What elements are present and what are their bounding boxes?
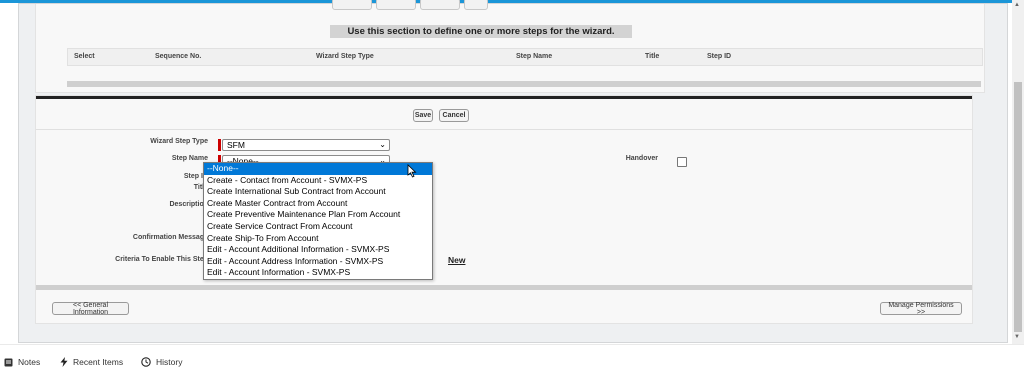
section-banner: Use this section to define one or more s…	[330, 25, 632, 38]
notes-label: Notes	[18, 357, 41, 367]
dropdown-option[interactable]: Create - Contact from Account - SVMX-PS	[204, 175, 432, 187]
dropdown-option[interactable]: Edit - Account Address Information - SVM…	[204, 256, 432, 268]
separator	[36, 129, 972, 130]
dropdown-option[interactable]: Create Ship-To From Account	[204, 233, 432, 245]
wizard-steps-panel: Use this section to define one or more s…	[35, 0, 985, 93]
mouse-cursor-icon	[407, 164, 417, 178]
step-editor-panel: Save Cancel Wizard Step Type SFM ⌄ Step …	[35, 95, 973, 324]
recent-items-label: Recent Items	[73, 357, 124, 367]
dropdown-option[interactable]: Create Preventive Maintenance Plan From …	[204, 209, 432, 221]
column-header-select: Select	[74, 53, 95, 60]
required-indicator	[218, 139, 221, 151]
general-information-button[interactable]: << General Information	[52, 302, 129, 316]
top-toolbar-button[interactable]	[376, 0, 416, 10]
dropdown-option[interactable]: --None--	[204, 163, 432, 175]
vertical-scroll-thumb[interactable]	[1014, 82, 1022, 332]
title-label: Title	[193, 184, 208, 191]
column-header-step-type: Wizard Step Type	[316, 53, 374, 60]
scroll-down-icon[interactable]: ▼	[1014, 334, 1020, 340]
cancel-button[interactable]: Cancel	[439, 109, 469, 122]
history-item[interactable]: History	[141, 357, 182, 367]
column-header-step-name: Step Name	[516, 53, 553, 60]
dropdown-option[interactable]: Create International Sub Contract from A…	[204, 186, 432, 198]
wizard-step-type-select[interactable]: SFM ⌄	[222, 139, 390, 151]
handover-label: Handover	[625, 155, 658, 162]
save-button[interactable]: Save	[413, 109, 433, 122]
scroll-up-icon[interactable]: ▲	[1014, 2, 1020, 8]
handover-checkbox[interactable]	[677, 157, 687, 167]
utility-bar: Notes Recent Items History	[0, 344, 1024, 375]
panel-divider	[36, 96, 972, 99]
content-frame: Use this section to define one or more s…	[18, 0, 1008, 343]
step-id-label: Step ID	[183, 173, 208, 180]
horizontal-scrollbar[interactable]	[36, 285, 972, 290]
description-label: Description	[169, 201, 208, 208]
dropdown-option[interactable]: Create Master Contract from Account	[204, 198, 432, 210]
criteria-label: Criteria To Enable This Step	[115, 256, 208, 263]
column-header-sequence: Sequence No.	[155, 53, 202, 60]
notes-icon	[4, 358, 13, 366]
top-toolbar-button[interactable]	[464, 0, 488, 10]
new-criteria-link[interactable]: New	[448, 255, 465, 265]
dropdown-option[interactable]: Edit - Account Additional Information - …	[204, 244, 432, 256]
top-toolbar-button[interactable]	[332, 0, 372, 10]
confirmation-message-label: Confirmation Message	[132, 234, 208, 241]
step-name-label: Step Name	[171, 155, 208, 162]
dropdown-option[interactable]: Create Service Contract From Account	[204, 221, 432, 233]
notes-item[interactable]: Notes	[4, 357, 40, 367]
horizontal-scrollbar[interactable]	[67, 81, 981, 87]
chevron-down-icon: ⌄	[379, 140, 386, 149]
step-name-dropdown[interactable]: --None-- Create - Contact from Account -…	[203, 162, 433, 280]
wizard-step-type-label: Wizard Step Type	[150, 138, 208, 145]
dropdown-option[interactable]: Edit - Account Information - SVMX-PS	[204, 267, 432, 279]
manage-permissions-button[interactable]: Manage Permissions >>	[880, 302, 962, 316]
clock-icon	[141, 357, 151, 367]
column-header-step-id: Step ID	[707, 53, 732, 60]
column-header-title: Title	[645, 53, 660, 60]
recent-items-item[interactable]: Recent Items	[60, 357, 123, 367]
lightning-bolt-icon	[60, 357, 68, 367]
wizard-step-type-value: SFM	[227, 140, 245, 150]
history-label: History	[156, 357, 183, 367]
steps-table-header: Select Sequence No. Wizard Step Type Ste…	[67, 48, 983, 66]
top-toolbar-button[interactable]	[420, 0, 460, 10]
